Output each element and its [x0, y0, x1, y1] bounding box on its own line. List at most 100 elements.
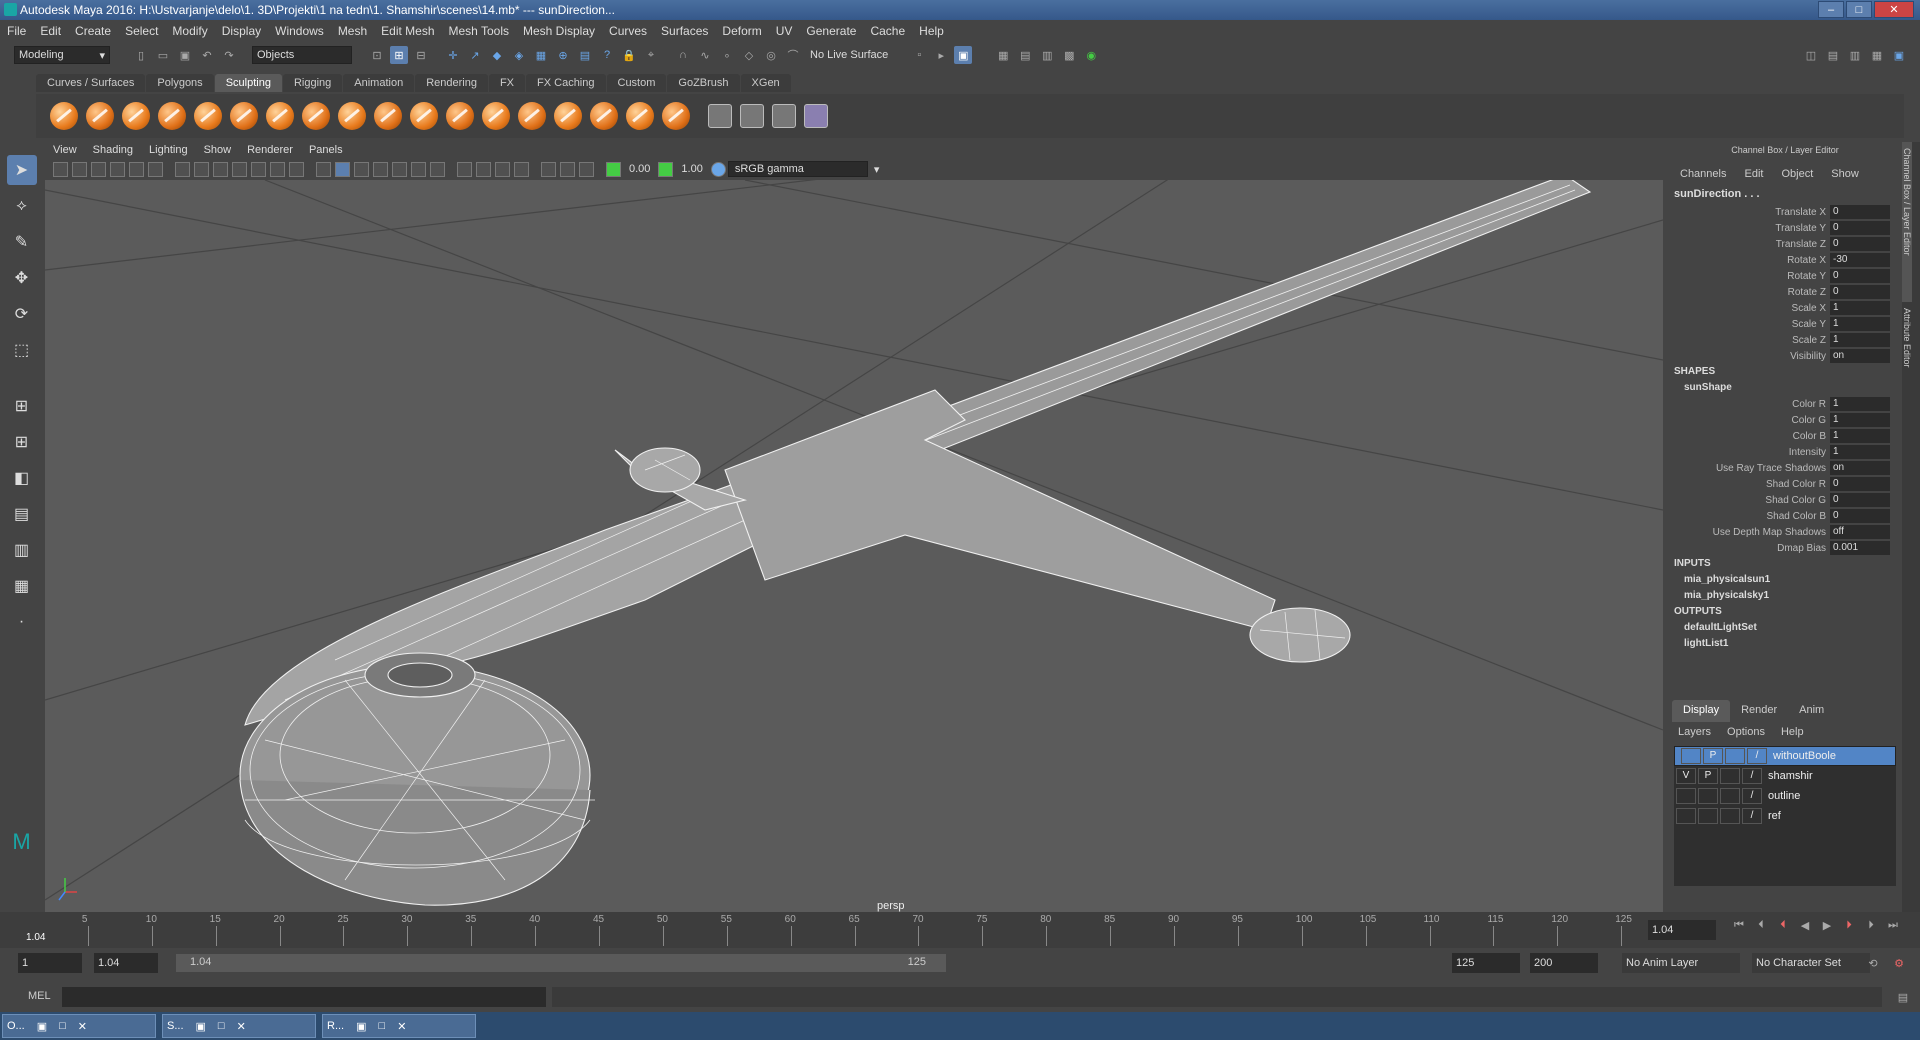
textured-icon[interactable] — [373, 161, 388, 177]
side-tab-channel-box[interactable]: Channel Box / Layer Editor — [1902, 142, 1912, 302]
restore-icon[interactable]: ▣ — [196, 1020, 206, 1033]
depth-of-field-icon[interactable] — [495, 161, 510, 177]
live-snap-icon[interactable]: ◎ — [762, 46, 780, 64]
sculpt-layers-icon[interactable] — [740, 104, 764, 128]
channel-value[interactable]: off — [1830, 525, 1890, 539]
channel-row[interactable]: Shad Color B0 — [1670, 508, 1900, 524]
selection-mask-selector[interactable]: Objects — [252, 46, 352, 64]
menu-cache[interactable]: Cache — [863, 24, 912, 38]
channel-value[interactable]: 1 — [1830, 413, 1890, 427]
channel-name[interactable]: Scale X — [1670, 303, 1830, 314]
cb-menu-object[interactable]: Object — [1781, 168, 1813, 188]
layer-visibility-toggle[interactable] — [1681, 748, 1701, 764]
use-all-lights-icon[interactable] — [392, 161, 407, 177]
gamma-value[interactable]: 1.00 — [675, 163, 708, 175]
menu-create[interactable]: Create — [68, 24, 118, 38]
channel-row[interactable]: Rotate X -30 — [1670, 252, 1900, 268]
channel-value[interactable]: -30 — [1830, 253, 1890, 267]
menu-deform[interactable]: Deform — [715, 24, 768, 38]
layer-visibility-toggle[interactable] — [1676, 808, 1696, 824]
output-node[interactable]: defaultLightSet — [1670, 620, 1900, 636]
snap-point-icon[interactable]: ◆ — [488, 46, 506, 64]
shelf-tab-custom[interactable]: Custom — [606, 74, 667, 92]
current-time-field[interactable]: 1.04 — [1648, 920, 1716, 940]
channel-row[interactable]: Use Ray Trace Shadows on — [1670, 460, 1900, 476]
select-hierarchy-icon[interactable]: ⊡ — [368, 46, 386, 64]
input-node[interactable]: mia_physicalsun1 — [1670, 572, 1900, 588]
workspace-icon[interactable]: ▣ — [1890, 46, 1908, 64]
scrape-brush-icon[interactable] — [446, 102, 474, 130]
maximize-button[interactable]: □ — [1846, 1, 1872, 18]
channel-value[interactable]: 1 — [1830, 429, 1890, 443]
render-frame-icon[interactable]: ▤ — [1016, 46, 1034, 64]
gamma-icon[interactable] — [658, 161, 674, 177]
paint-select-tool-icon[interactable]: ✎ — [7, 227, 37, 257]
resolution-gate-icon[interactable] — [213, 161, 228, 177]
repeat-brush-icon[interactable] — [338, 102, 366, 130]
layer-row[interactable]: V P / shamshir — [1674, 766, 1896, 786]
channel-value[interactable]: 0 — [1830, 477, 1890, 491]
new-scene-icon[interactable]: ▯ — [132, 46, 150, 64]
maximize-icon[interactable]: □ — [59, 1020, 66, 1032]
snap-surface-icon[interactable]: ▦ — [532, 46, 550, 64]
panel-menu-view[interactable]: View — [45, 144, 85, 156]
close-icon[interactable]: ✕ — [78, 1020, 87, 1033]
channel-row[interactable]: Dmap Bias 0.001 — [1670, 540, 1900, 556]
channel-name[interactable]: Color G — [1670, 415, 1830, 426]
xray-components-icon[interactable] — [579, 161, 594, 177]
maximize-icon[interactable]: □ — [218, 1020, 225, 1032]
sculpt-brush-icon[interactable] — [50, 102, 78, 130]
isolate-select-icon[interactable] — [514, 161, 529, 177]
camera-select-icon[interactable] — [53, 161, 68, 177]
hypershade-layout-icon[interactable]: ▦ — [7, 571, 37, 601]
play-backward-icon[interactable]: ◀ — [1796, 916, 1814, 934]
menu-mesh[interactable]: Mesh — [331, 24, 374, 38]
menu-generate[interactable]: Generate — [799, 24, 863, 38]
channel-name[interactable]: Dmap Bias — [1670, 543, 1830, 554]
convert-to-frozen-icon[interactable] — [708, 104, 732, 128]
plane-snap-icon[interactable]: ◇ — [740, 46, 758, 64]
channel-row[interactable]: Translate Y0 — [1670, 220, 1900, 236]
time-ruler[interactable]: 5 10 15 20 25 30 35 40 45 50 55 60 65 70 75 80 85 90 95 100… — [24, 912, 1640, 948]
channel-name[interactable]: Color B — [1670, 431, 1830, 442]
channel-value[interactable]: on — [1830, 461, 1890, 475]
grab-brush-icon[interactable] — [158, 102, 186, 130]
channel-row[interactable]: Rotate Z0 — [1670, 284, 1900, 300]
channel-name[interactable]: Translate Y — [1670, 223, 1830, 234]
shelf-tab-rigging[interactable]: Rigging — [282, 74, 343, 92]
magnet-icon[interactable]: ∩ — [674, 46, 692, 64]
output-line-icon[interactable]: ▸ — [932, 46, 950, 64]
panel-menu-lighting[interactable]: Lighting — [141, 144, 196, 156]
gate-mask-icon[interactable] — [232, 161, 247, 177]
layer-display-type-toggle[interactable] — [1720, 788, 1740, 804]
menu-curves[interactable]: Curves — [602, 24, 654, 38]
side-tab-attribute-editor[interactable]: Attribute Editor — [1902, 302, 1912, 374]
color-management-icon[interactable] — [710, 161, 726, 177]
channel-value[interactable]: 1 — [1830, 397, 1890, 411]
snap-grid-icon[interactable]: ✛ — [444, 46, 462, 64]
channel-name[interactable]: Use Ray Trace Shadows — [1670, 463, 1830, 474]
bookmark-icon[interactable] — [91, 161, 106, 177]
more-layouts-icon[interactable]: · — [7, 607, 37, 637]
show-manipulator-icon[interactable]: ⊞ — [7, 391, 37, 421]
render-settings-icon[interactable]: ▩ — [1060, 46, 1078, 64]
minimized-window[interactable]: S... ▣ □ ✕ — [162, 1014, 316, 1038]
anim-layer-selector[interactable]: No Anim Layer — [1622, 953, 1740, 973]
scale-tool-icon[interactable]: ⬚ — [7, 335, 37, 365]
shelf-tab-fx[interactable]: FX — [488, 74, 526, 92]
panel-menu-renderer[interactable]: Renderer — [239, 144, 301, 156]
channel-row[interactable]: Color G1 — [1670, 412, 1900, 428]
select-component-icon[interactable]: ⊟ — [412, 46, 430, 64]
channel-row[interactable]: Color R1 — [1670, 396, 1900, 412]
layer-display-type-toggle[interactable] — [1725, 748, 1745, 764]
channel-row[interactable]: Rotate Y0 — [1670, 268, 1900, 284]
layer-playback-toggle[interactable] — [1698, 808, 1718, 824]
channel-value[interactable]: 0 — [1830, 285, 1890, 299]
channel-value[interactable]: 1 — [1830, 317, 1890, 331]
motion-blur-icon[interactable] — [457, 161, 472, 177]
layer-color-swatch[interactable]: / — [1747, 748, 1767, 764]
minimize-button[interactable]: – — [1818, 1, 1844, 18]
channel-row[interactable]: Intensity 1 — [1670, 444, 1900, 460]
channel-value[interactable]: on — [1830, 349, 1890, 363]
layer-menu-options[interactable]: Options — [1727, 726, 1765, 738]
